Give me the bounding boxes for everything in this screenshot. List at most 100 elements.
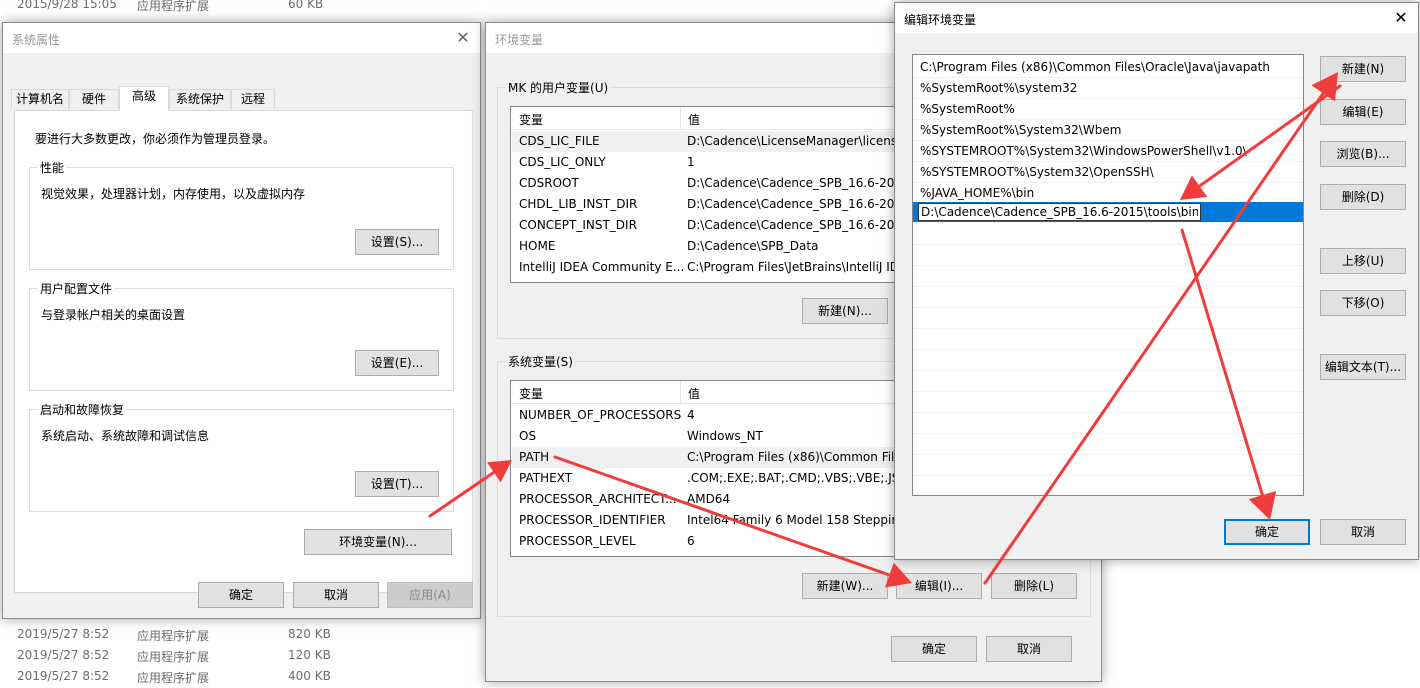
table-row[interactable]: OS Windows_NT <box>512 426 929 447</box>
path-entry[interactable]: %SYSTEMROOT%\System32\WindowsPowerShell\… <box>913 141 1303 162</box>
system-delete-button[interactable]: 删除(L) <box>991 573 1077 599</box>
table-row[interactable]: IntelliJ IDEA Community E... C:\Program F… <box>512 257 929 278</box>
user-new-button[interactable]: 新建(N)... <box>802 298 888 324</box>
table-row[interactable]: PATH C:\Program Files (x86)\Common File <box>512 447 929 468</box>
path-entry[interactable]: %SystemRoot%\System32\Wbem <box>913 120 1303 141</box>
user-profile-desc: 与登录帐户相关的桌面设置 <box>41 308 186 322</box>
column-header-value[interactable]: 值 <box>688 385 700 402</box>
variable-value: C:\Program Files\JetBrains\IntelliJ ID <box>687 260 900 274</box>
path-entry[interactable]: %SYSTEMROOT%\System32\OpenSSH\ <box>913 162 1303 183</box>
list-header: 变量 值 <box>511 381 929 404</box>
variable-value: 4 <box>687 408 695 422</box>
startup-recovery-desc: 系统启动、系统故障和调试信息 <box>41 429 210 443</box>
variable-name: CDS_LIC_ONLY <box>519 155 606 169</box>
variable-value: Windows_NT <box>687 429 763 443</box>
user-profile-settings-button[interactable]: 设置(E)... <box>355 350 439 376</box>
edit-text-button[interactable]: 编辑文本(T)... <box>1320 354 1406 380</box>
file-size: 60 KB <box>288 0 324 11</box>
move-down-button[interactable]: 下移(O) <box>1320 290 1406 316</box>
edit-button[interactable]: 编辑(E) <box>1320 99 1406 125</box>
path-entry[interactable]: %SystemRoot%\system32 <box>913 78 1303 99</box>
ok-button[interactable]: 确定 <box>891 636 977 662</box>
table-row[interactable]: PROCESSOR_LEVEL 6 <box>512 531 929 552</box>
apply-button[interactable]: 应用(A) <box>387 582 473 608</box>
background-file-row: 2019/5/27 8:52 应用程序扩展 120 KB <box>0 646 400 667</box>
cancel-button[interactable]: 取消 <box>1320 519 1406 545</box>
performance-settings-button[interactable]: 设置(S)... <box>355 229 439 255</box>
path-entry[interactable]: %JAVA_HOME%\bin <box>913 183 1303 204</box>
variable-value: 6 <box>687 534 695 548</box>
delete-button[interactable]: 删除(D) <box>1320 184 1406 210</box>
table-row[interactable]: CDS_LIC_ONLY 1 <box>512 152 929 173</box>
path-entry-text: %SystemRoot% <box>920 102 1015 116</box>
table-row[interactable]: CHDL_LIB_INST_DIR D:\Cadence\Cadence_SPB_… <box>512 194 929 215</box>
table-row[interactable]: PATHEXT .COM;.EXE;.BAT;.CMD;.VBS;.VBE;.JS… <box>512 468 929 489</box>
variable-value: Intel64 Family 6 Model 158 Stepping <box>687 513 907 527</box>
ok-button[interactable]: 确定 <box>198 582 284 608</box>
tab-hardware[interactable]: 硬件 <box>69 89 119 109</box>
path-edit-input[interactable] <box>918 203 1201 221</box>
variable-name: NUMBER_OF_PROCESSORS <box>519 408 682 422</box>
system-variables-list[interactable]: 变量 值 NUMBER_OF_PROCESSORS 4 OS Windows_NT PA… <box>510 380 930 557</box>
table-row[interactable]: PROCESSOR_IDENTIFIER Intel64 Family 6 Mod… <box>512 510 929 531</box>
background-file-row: 2015/9/28 15:05 应用程序扩展 60 KB <box>0 0 400 16</box>
ok-button[interactable]: 确定 <box>1224 519 1310 545</box>
variable-name: OS <box>519 429 537 443</box>
cancel-button[interactable]: 取消 <box>293 582 379 608</box>
admin-note: 要进行大多数更改，你必须作为管理员登录。 <box>35 132 276 146</box>
titlebar: 系统属性 ✕ <box>3 23 480 53</box>
file-date: 2019/5/27 8:52 <box>17 669 110 683</box>
tab-system-protection[interactable]: 系统保护 <box>169 89 231 109</box>
move-up-button[interactable]: 上移(U) <box>1320 248 1406 274</box>
table-row[interactable]: NUMBER_OF_PROCESSORS 4 <box>512 405 929 426</box>
path-entry-text: %SYSTEMROOT%\System32\OpenSSH\ <box>920 165 1154 179</box>
variable-name: HOME <box>519 239 556 253</box>
variable-value: AMD64 <box>687 492 731 506</box>
variable-name: PATHEXT <box>519 471 573 485</box>
path-entry-text: C:\Program Files (x86)\Common Files\Orac… <box>920 60 1270 74</box>
table-row[interactable]: CONCEPT_INST_DIR D:\Cadence\Cadence_SPB_1… <box>512 215 929 236</box>
variable-name: PROCESSOR_LEVEL <box>519 534 636 548</box>
new-button[interactable]: 新建(N) <box>1320 56 1406 82</box>
variable-value: D:\Cadence\Cadence_SPB_16.6-2015 <box>687 176 910 190</box>
variable-name: PROCESSOR_ARCHITECT... <box>519 492 677 506</box>
performance-desc: 视觉效果，处理器计划，内存使用，以及虚拟内存 <box>41 187 306 201</box>
system-new-button[interactable]: 新建(W)... <box>802 573 888 599</box>
tab-computer-name[interactable]: 计算机名 <box>11 89 69 109</box>
path-entry-editing[interactable] <box>913 202 1303 223</box>
file-type: 应用程序扩展 <box>137 650 210 664</box>
tab-panel-advanced: 要进行大多数更改，你必须作为管理员登录。 性能 视觉效果，处理器计划，内存使用，… <box>14 110 473 593</box>
column-header-value[interactable]: 值 <box>688 111 700 128</box>
table-row[interactable]: HOME D:\Cadence\SPB_Data <box>512 236 929 257</box>
path-entry[interactable]: C:\Program Files (x86)\Common Files\Orac… <box>913 57 1303 78</box>
table-row[interactable]: CDSROOT D:\Cadence\Cadence_SPB_16.6-2015 <box>512 173 929 194</box>
system-edit-button[interactable]: 编辑(I)... <box>896 573 982 599</box>
file-size: 400 KB <box>288 669 331 683</box>
user-variables-list[interactable]: 变量 值 CDS_LIC_FILE D:\Cadence\LicenseManag… <box>510 106 930 283</box>
user-profile-group: 用户配置文件 与登录帐户相关的桌面设置 设置(E)... <box>29 280 454 391</box>
path-entry-text: %SystemRoot%\system32 <box>920 81 1078 95</box>
background-file-row: 2019/5/27 8:52 应用程序扩展 400 KB <box>0 667 400 688</box>
variable-name: CONCEPT_INST_DIR <box>519 218 637 232</box>
tab-advanced[interactable]: 高级 <box>119 86 169 111</box>
path-entry-text: %SystemRoot%\System32\Wbem <box>920 123 1122 137</box>
close-icon[interactable]: ✕ <box>1390 7 1412 29</box>
column-header-variable[interactable]: 变量 <box>519 385 543 402</box>
tab-remote[interactable]: 远程 <box>231 89 275 109</box>
table-row[interactable]: CDS_LIC_FILE D:\Cadence\LicenseManager\li… <box>512 131 929 152</box>
path-entries-list[interactable]: C:\Program Files (x86)\Common Files\Orac… <box>912 54 1304 496</box>
path-entry[interactable]: %SystemRoot% <box>913 99 1303 120</box>
file-size: 120 KB <box>288 648 331 662</box>
variable-name: PATH <box>519 450 550 464</box>
path-entry-text: %SYSTEMROOT%\System32\WindowsPowerShell\… <box>920 144 1247 158</box>
close-icon[interactable]: ✕ <box>452 27 474 49</box>
dialog-title: 系统属性 <box>12 33 61 47</box>
environment-variables-button[interactable]: 环境变量(N)... <box>304 529 452 555</box>
titlebar: 编辑环境变量 ✕ <box>895 3 1418 33</box>
browse-button[interactable]: 浏览(B)... <box>1320 141 1406 167</box>
column-header-variable[interactable]: 变量 <box>519 111 543 128</box>
startup-settings-button[interactable]: 设置(T)... <box>355 471 439 497</box>
file-date: 2019/5/27 8:52 <box>17 648 110 662</box>
table-row[interactable]: PROCESSOR_ARCHITECT... AMD64 <box>512 489 929 510</box>
cancel-button[interactable]: 取消 <box>986 636 1072 662</box>
